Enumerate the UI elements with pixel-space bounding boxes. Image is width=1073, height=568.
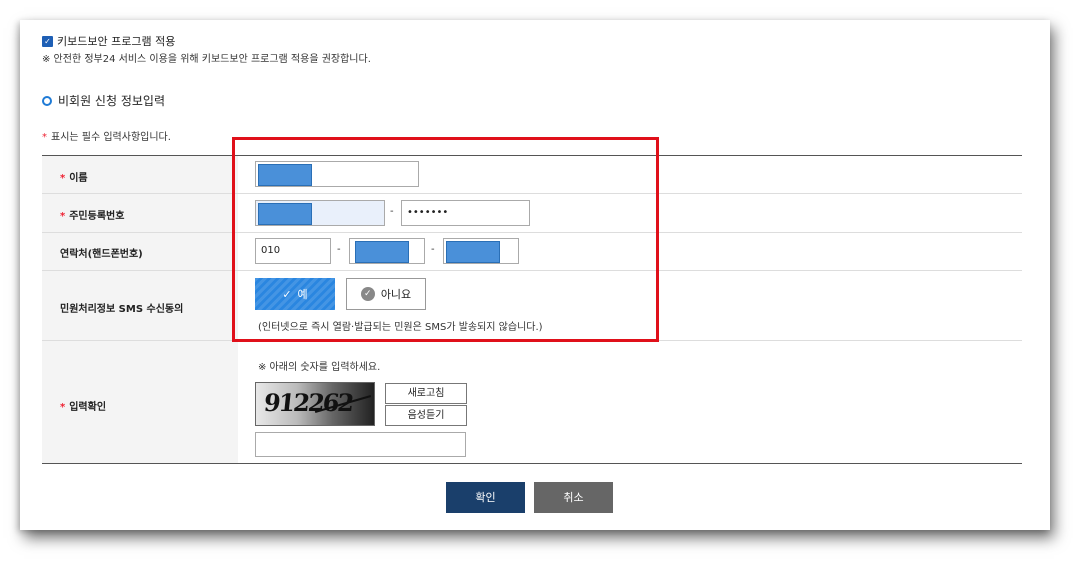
highlight-box	[232, 137, 659, 342]
table-bottom-line	[42, 463, 1022, 464]
required-note-text: 표시는 필수 입력사항입니다.	[51, 132, 171, 143]
form-panel: ✓ 키보드보안 프로그램 적용 ※ 안전한 정부24 서비스 이용을 위해 키보…	[20, 20, 1050, 530]
sms-label: 민원처리정보 SMS 수신동의	[60, 304, 184, 315]
ring-icon	[42, 95, 52, 106]
cancel-button[interactable]: 취소	[534, 482, 613, 513]
captcha-text: 912262	[262, 388, 354, 417]
captcha-image: 912262	[255, 382, 375, 426]
required-mark: *	[60, 173, 66, 184]
rrn-label: * 주민등록번호	[60, 207, 124, 222]
rrn-label-text: 주민등록번호	[69, 211, 125, 222]
keyboard-security-label: 키보드보안 프로그램 적용	[57, 35, 176, 48]
captcha-label-text: 입력확인	[69, 402, 107, 413]
confirm-button[interactable]: 확인	[446, 482, 525, 513]
section-title: 비회원 신청 정보입력	[42, 92, 165, 109]
name-label-text: 이름	[69, 173, 88, 184]
captcha-label: * 입력확인	[60, 398, 106, 413]
checkbox-checked-icon[interactable]: ✓	[42, 35, 53, 47]
refresh-button[interactable]: 새로고침	[385, 383, 467, 404]
keyboard-security-row[interactable]: ✓ 키보드보안 프로그램 적용	[42, 33, 175, 49]
required-mark: *	[42, 132, 47, 143]
section-title-text: 비회원 신청 정보입력	[58, 94, 165, 108]
keyboard-security-note: ※ 안전한 정부24 서비스 이용을 위해 키보드보안 프로그램 적용을 권장합…	[42, 54, 371, 65]
captcha-input[interactable]	[255, 432, 466, 457]
required-note: * 표시는 필수 입력사항입니다.	[42, 128, 171, 143]
audio-button[interactable]: 음성듣기	[385, 405, 467, 426]
name-label: * 이름	[60, 169, 88, 184]
contact-label: 연락처(핸드폰번호)	[60, 249, 143, 260]
captcha-note: ※ 아래의 숫자를 입력하세요.	[258, 362, 381, 373]
required-mark: *	[60, 211, 66, 222]
required-mark: *	[60, 402, 66, 413]
